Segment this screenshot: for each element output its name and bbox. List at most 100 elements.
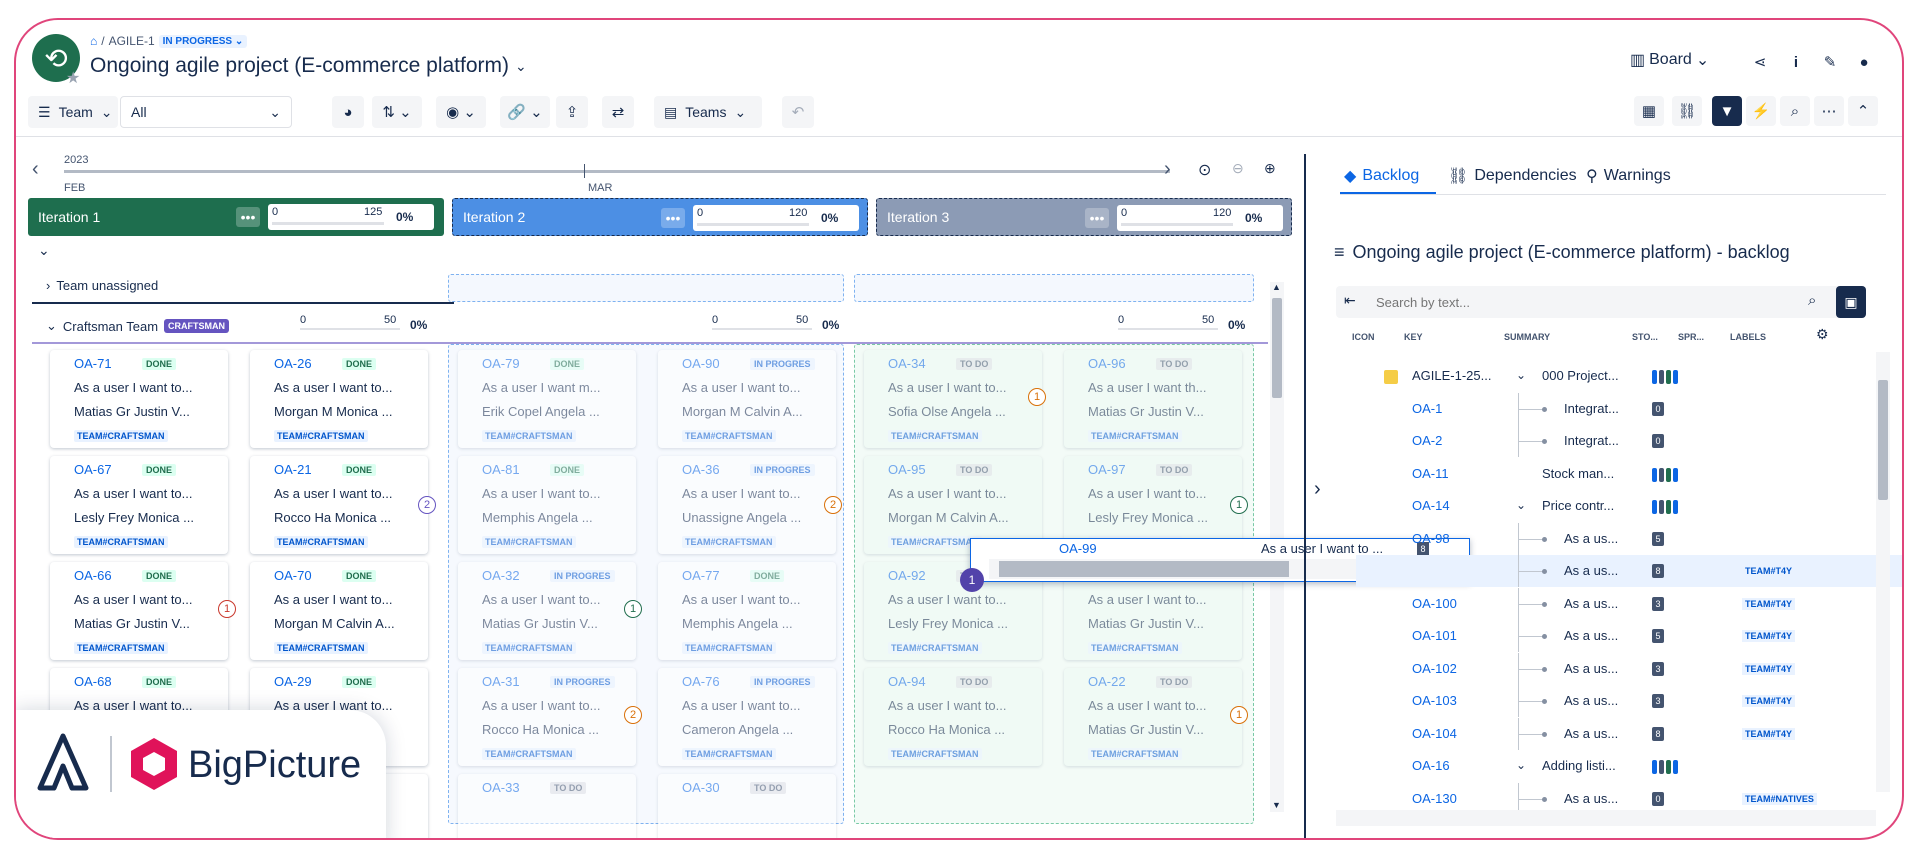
export-icon[interactable]: ⇪ xyxy=(556,96,588,128)
search-icon[interactable]: ⌕ xyxy=(1808,292,1816,309)
backlog-row-key[interactable]: OA-16 xyxy=(1412,758,1450,773)
backlog-row[interactable]: OA-100 As a us... 3 TEAM#T4Y xyxy=(1356,587,1902,620)
panel-divider[interactable] xyxy=(1304,154,1306,838)
team-filter-select[interactable]: All ⌄ xyxy=(120,96,292,128)
link-icon[interactable]: ⛓ xyxy=(1672,96,1702,126)
card-key[interactable]: OA-67 xyxy=(74,462,112,477)
iteration-header-2[interactable]: Iteration 2 ••• 0 120 0% xyxy=(452,198,868,236)
eye-icon[interactable]: ◉ ⌄ xyxy=(436,96,486,128)
issue-card[interactable]: OA-26 DONE As a user I want to... Morgan M … xyxy=(250,350,428,448)
issue-card[interactable]: OA-32 IN PROGRES As a user I want to... Mat… xyxy=(458,562,636,660)
card-key[interactable]: OA-76 xyxy=(682,674,720,689)
card-key[interactable]: OA-68 xyxy=(74,674,112,689)
column-header[interactable]: SUMMARY xyxy=(1504,332,1550,342)
link-icon[interactable]: 🔗 ⌄ xyxy=(500,96,550,128)
card-key[interactable]: OA-29 xyxy=(274,674,312,689)
lane-craftsman[interactable]: ⌄ Craftsman Team CRAFTSMAN xyxy=(46,318,230,334)
issue-card[interactable]: OA-21 DONE As a user I want to... Rocco Ha … xyxy=(250,456,428,554)
scroll-down-icon[interactable]: ▼ xyxy=(1272,800,1281,810)
issue-card[interactable]: OA-96 TO DO As a user I want th... Matias G… xyxy=(1064,350,1242,448)
column-header[interactable]: KEY xyxy=(1404,332,1423,342)
tab-warnings[interactable]: ⚲ Warnings xyxy=(1586,166,1671,186)
column-header[interactable]: STO... xyxy=(1632,332,1658,342)
card-key[interactable]: OA-22 xyxy=(1088,674,1126,689)
column-header[interactable]: ICON xyxy=(1352,332,1375,342)
dependency-marker[interactable]: 1 xyxy=(624,600,642,618)
card-key[interactable]: OA-30 xyxy=(682,780,720,795)
settings-gear-icon[interactable]: ⚙ xyxy=(1816,326,1829,343)
filter-icon[interactable]: ▼ xyxy=(1712,96,1742,126)
teams-button[interactable]: ▤ Teams ⌄ xyxy=(654,96,762,128)
backlog-row[interactable]: As a us... 8 TEAM#T4Y xyxy=(1356,555,1902,587)
backlog-row-key[interactable]: OA-102 xyxy=(1412,661,1457,676)
card-key[interactable]: OA-32 xyxy=(482,568,520,583)
tab-dependencies[interactable]: ⛓ Dependencies xyxy=(1448,166,1577,186)
card-key[interactable]: OA-70 xyxy=(274,568,312,583)
wrench-icon[interactable]: ✎ xyxy=(1816,48,1844,76)
card-key[interactable]: OA-34 xyxy=(888,356,926,371)
favorite-star-icon[interactable]: ★ xyxy=(66,68,84,87)
unassigned-drop-zone-3[interactable] xyxy=(854,274,1254,302)
issue-card[interactable]: OA-94 TO DO As a user I want to... Rocco Ha… xyxy=(864,668,1042,766)
card-key[interactable]: OA-77 xyxy=(682,568,720,583)
issue-card[interactable]: OA-31 IN PROGRES As a user I want to... Roc… xyxy=(458,668,636,766)
backlog-row[interactable]: OA-103 As a us... 3 TEAM#T4Y xyxy=(1356,685,1902,717)
timeline-track[interactable] xyxy=(64,170,1170,173)
chevron-down-icon[interactable]: ⌄ xyxy=(1516,368,1526,382)
card-key[interactable]: OA-66 xyxy=(74,568,112,583)
card-key[interactable]: OA-79 xyxy=(482,356,520,371)
target-icon[interactable]: ⊙ xyxy=(1198,160,1211,180)
board-scrollbar-thumb[interactable] xyxy=(1272,298,1282,398)
card-key[interactable]: OA-21 xyxy=(274,462,312,477)
card-key[interactable]: OA-97 xyxy=(1088,462,1126,477)
iteration-header-1[interactable]: Iteration 1 ••• 0 125 0% xyxy=(28,198,444,236)
issue-card[interactable]: OA-66 DONE As a user I want to... Matias Gr… xyxy=(50,562,228,660)
dependency-marker[interactable]: 2 xyxy=(824,496,842,514)
user-icon[interactable]: ● xyxy=(1850,48,1878,76)
backlog-row-key[interactable]: OA-104 xyxy=(1412,726,1457,741)
collapse-left-icon[interactable]: ⇤ xyxy=(1344,292,1356,309)
iteration-header-3[interactable]: Iteration 3 ••• 0 120 0% xyxy=(876,198,1292,236)
expand-panel-icon[interactable]: › xyxy=(1314,478,1321,501)
issue-card[interactable]: OA-30 TO DO xyxy=(658,774,836,838)
backlog-row-key[interactable]: OA-101 xyxy=(1412,628,1457,643)
card-key[interactable]: OA-71 xyxy=(74,356,112,371)
card-key[interactable]: OA-90 xyxy=(682,356,720,371)
group-by-select[interactable]: ☰ Team ⌄ xyxy=(28,96,118,128)
issue-card[interactable]: OA-67 DONE As a user I want to... Lesly Fre… xyxy=(50,456,228,554)
chevron-down-icon[interactable]: ⌄ xyxy=(1516,758,1526,772)
issue-card[interactable]: OA-34 TO DO As a user I want to... Sofia Ol… xyxy=(864,350,1042,448)
timeline-left-arrow[interactable]: ‹ xyxy=(32,158,39,181)
issue-card[interactable]: OA-77 DONE As a user I want to... Memphis A… xyxy=(658,562,836,660)
undo-icon[interactable]: ↶ xyxy=(782,96,814,128)
breadcrumb-key[interactable]: AGILE-1 xyxy=(109,34,155,48)
calendar-icon[interactable]: ▦ xyxy=(1634,96,1664,126)
more-icon[interactable]: ••• xyxy=(1085,208,1109,228)
view-switcher[interactable]: ▥ Board ⌄ xyxy=(1630,50,1709,70)
chevron-down-icon[interactable]: ⌄ xyxy=(1516,498,1526,512)
backlog-row-key[interactable]: OA-103 xyxy=(1412,693,1457,708)
backlog-row[interactable]: OA-2 Integrat... 0 xyxy=(1356,425,1902,457)
backlog-row-key[interactable]: OA-14 xyxy=(1412,498,1450,513)
add-issue-button[interactable]: ▣ xyxy=(1836,286,1866,318)
backlog-row-key[interactable]: AGILE-1-25... xyxy=(1412,368,1491,383)
backlog-row[interactable]: OA-11 Stock man... xyxy=(1356,458,1902,490)
scroll-up-icon[interactable]: ▲ xyxy=(1272,282,1281,292)
pie-chart-icon[interactable]: ◕ xyxy=(332,96,364,128)
dependency-marker[interactable]: 1 xyxy=(1230,496,1248,514)
issue-card[interactable]: OA-36 IN PROGRES As a user I want to... Una… xyxy=(658,456,836,554)
backlog-row[interactable]: OA-102 As a us... 3 TEAM#T4Y xyxy=(1356,652,1902,685)
zoom-in-icon[interactable]: ⊕ xyxy=(1264,160,1276,177)
issue-card[interactable]: OA-22 TO DO As a user I want to... Matias G… xyxy=(1064,668,1242,766)
backlog-row[interactable]: OA-14 ⌄ Price contr... xyxy=(1356,490,1902,522)
share-icon[interactable]: ⋖ xyxy=(1746,48,1774,76)
issue-card[interactable]: OA-71 DONE As a user I want to... Matias Gr… xyxy=(50,350,228,448)
drag-preview-scroll-thumb[interactable] xyxy=(999,561,1289,577)
backlog-search-input[interactable] xyxy=(1372,290,1812,314)
backlog-row-key[interactable]: OA-2 xyxy=(1412,433,1442,448)
card-key[interactable]: OA-92 xyxy=(888,568,926,583)
timeline-right-arrow[interactable]: › xyxy=(1164,158,1171,181)
backlog-row[interactable]: OA-98 As a us... 5 xyxy=(1356,522,1902,555)
card-key[interactable]: OA-31 xyxy=(482,674,520,689)
issue-card[interactable]: OA-79 DONE As a user I want m... Erik Copel… xyxy=(458,350,636,448)
